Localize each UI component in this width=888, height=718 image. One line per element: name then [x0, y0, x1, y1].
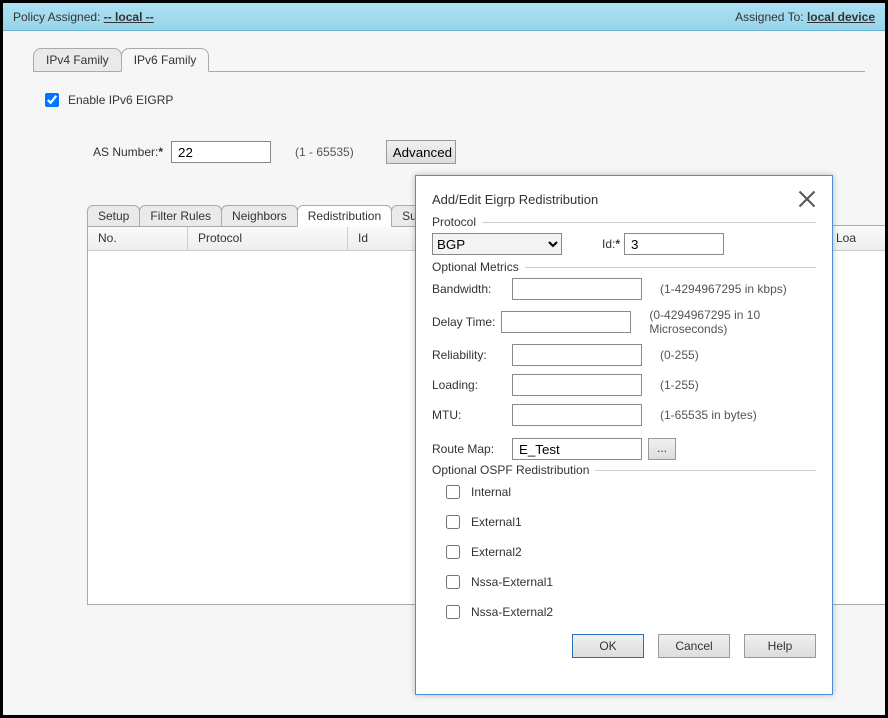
ok-button[interactable]: OK: [572, 634, 644, 658]
ospf-nssa-external2-checkbox[interactable]: [446, 605, 460, 619]
title-bar: Policy Assigned: -- local -- Assigned To…: [3, 3, 885, 31]
optional-metrics-fieldset: Optional Metrics Bandwidth: (1-429496729…: [432, 267, 816, 426]
ospf-internal-checkbox[interactable]: [446, 485, 460, 499]
protocol-legend: Protocol: [432, 215, 482, 229]
ospf-nssa-external2-label: Nssa-External2: [471, 605, 553, 619]
close-icon[interactable]: [798, 190, 816, 208]
enable-ipv6-eigrp-checkbox[interactable]: [45, 93, 59, 107]
bandwidth-input[interactable]: [512, 278, 642, 300]
ospf-nssa-external1-label: Nssa-External1: [471, 575, 553, 589]
advanced-button[interactable]: Advanced: [386, 140, 456, 164]
mtu-hint: (1-65535 in bytes): [660, 408, 757, 422]
tab-filter-rules[interactable]: Filter Rules: [139, 205, 222, 227]
reliability-label: Reliability:: [432, 348, 512, 362]
col-no[interactable]: No.: [88, 226, 188, 250]
assigned-to-link[interactable]: local device: [807, 10, 875, 24]
ospf-internal-label: Internal: [471, 485, 511, 499]
optional-ospf-legend: Optional OSPF Redistribution: [432, 463, 595, 477]
policy-assigned-label: Policy Assigned:: [13, 10, 100, 24]
mtu-label: MTU:: [432, 408, 512, 422]
bandwidth-label: Bandwidth:: [432, 282, 512, 296]
optional-metrics-legend: Optional Metrics: [432, 260, 525, 274]
as-number-input[interactable]: [171, 141, 271, 163]
loading-input[interactable]: [512, 374, 642, 396]
delay-time-hint: (0-4294967295 in 10 Microseconds): [649, 308, 816, 336]
as-number-range: (1 - 65535): [295, 145, 354, 159]
cancel-button[interactable]: Cancel: [658, 634, 730, 658]
bandwidth-hint: (1-4294967295 in kbps): [660, 282, 787, 296]
help-button[interactable]: Help: [744, 634, 816, 658]
ospf-external2-checkbox[interactable]: [446, 545, 460, 559]
tab-setup[interactable]: Setup: [87, 205, 140, 227]
enable-ipv6-eigrp-label: Enable IPv6 EIGRP: [68, 93, 173, 107]
reliability-input[interactable]: [512, 344, 642, 366]
reliability-hint: (0-255): [660, 348, 699, 362]
ospf-external2-label: External2: [471, 545, 522, 559]
id-label: Id:*: [602, 237, 620, 251]
ospf-nssa-external1-checkbox[interactable]: [446, 575, 460, 589]
tab-redistribution[interactable]: Redistribution: [297, 205, 392, 227]
family-tabs: IPv4 Family IPv6 Family: [33, 47, 865, 72]
add-edit-eigrp-redistribution-dialog: Add/Edit Eigrp Redistribution Protocol B…: [415, 175, 833, 695]
tab-ipv6-family[interactable]: IPv6 Family: [121, 48, 210, 72]
route-map-browse-button[interactable]: ...: [648, 438, 676, 460]
tab-neighbors[interactable]: Neighbors: [221, 205, 298, 227]
route-map-label: Route Map:: [432, 442, 512, 456]
col-protocol[interactable]: Protocol: [188, 226, 348, 250]
protocol-select[interactable]: BGP: [432, 233, 562, 255]
policy-assigned-link[interactable]: -- local --: [104, 10, 154, 24]
tab-ipv4-family[interactable]: IPv4 Family: [33, 48, 122, 72]
loading-hint: (1-255): [660, 378, 699, 392]
protocol-fieldset: Protocol BGP Id:*: [432, 222, 816, 255]
dialog-title: Add/Edit Eigrp Redistribution: [432, 192, 598, 207]
route-map-input[interactable]: [512, 438, 642, 460]
optional-ospf-fieldset: Optional OSPF Redistribution Internal Ex…: [432, 470, 816, 622]
ospf-external1-checkbox[interactable]: [446, 515, 460, 529]
loading-label: Loading:: [432, 378, 512, 392]
delay-time-input[interactable]: [501, 311, 631, 333]
delay-time-label: Delay Time:: [432, 315, 501, 329]
mtu-input[interactable]: [512, 404, 642, 426]
col-loa[interactable]: Loa: [826, 226, 886, 250]
assigned-to-label: Assigned To:: [735, 10, 804, 24]
ospf-external1-label: External1: [471, 515, 522, 529]
id-input[interactable]: [624, 233, 724, 255]
as-number-label: AS Number:*: [93, 145, 163, 159]
